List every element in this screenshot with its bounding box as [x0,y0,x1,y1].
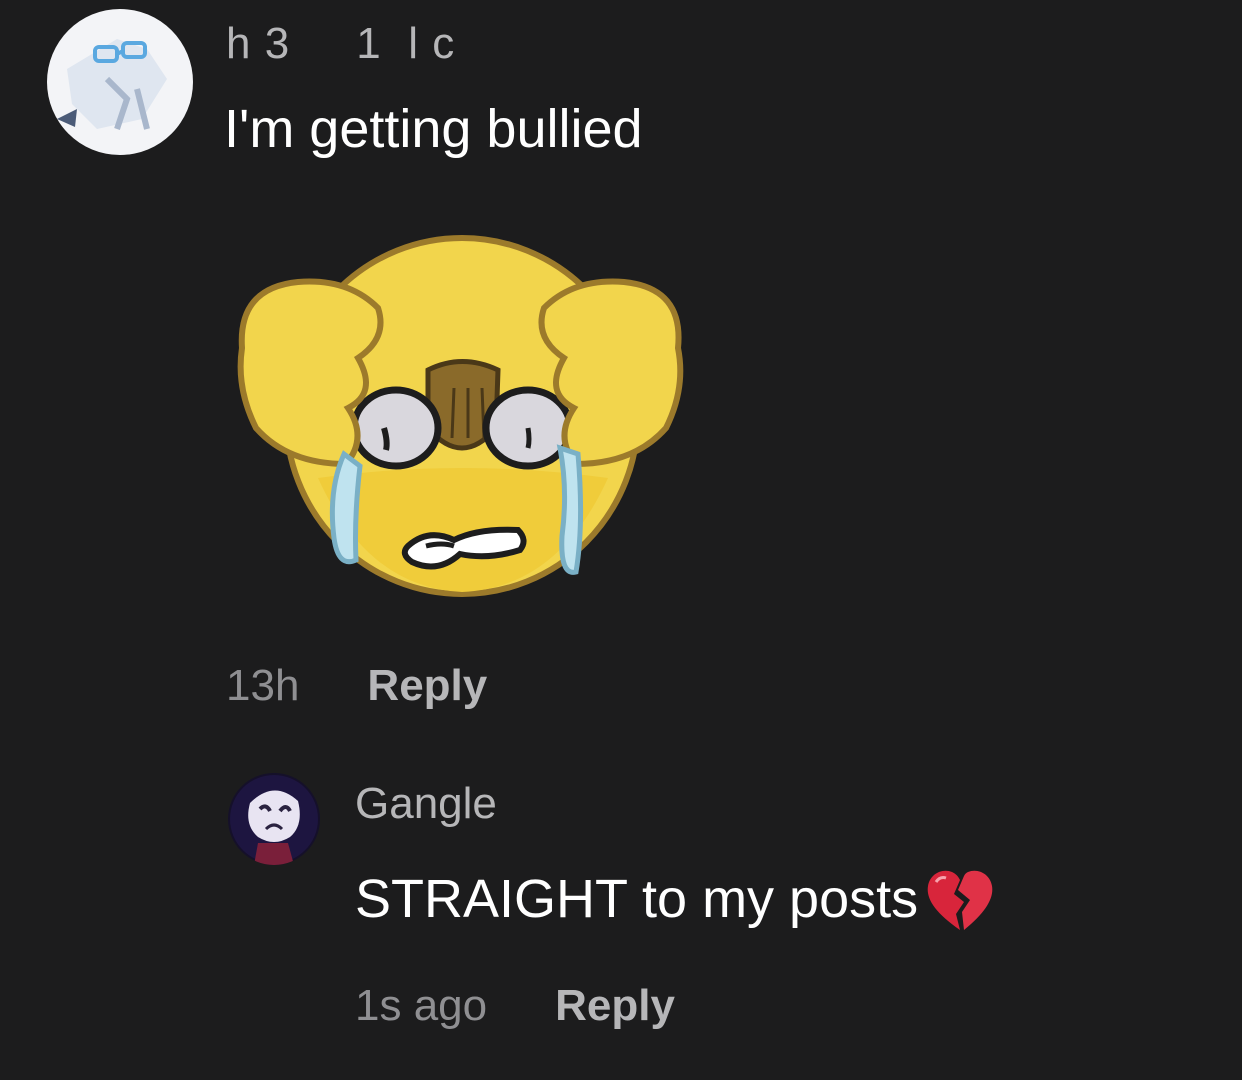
crying-emoji-sticker [228,228,692,600]
reply-meta: 1s ago Reply [355,984,675,1028]
comment-meta: 13h Reply [226,664,487,708]
reply-timestamp: 1s ago [355,981,488,1030]
reply-button[interactable]: Reply [367,664,487,708]
reply-button[interactable]: Reply [555,984,675,1028]
broken-heart-icon [927,870,993,930]
comment-timestamp: 13h [226,661,300,710]
replier-username[interactable]: Gangle [355,782,497,826]
commenter-username[interactable]: h 3 1 l c [226,22,455,66]
replier-avatar[interactable] [228,773,320,865]
reply-text: STRAIGHT to my posts [355,869,919,929]
comment-text: I'm getting bullied [224,99,643,159]
reply-text-row: STRAIGHT to my posts [355,864,996,934]
commenter-avatar[interactable] [47,9,193,155]
